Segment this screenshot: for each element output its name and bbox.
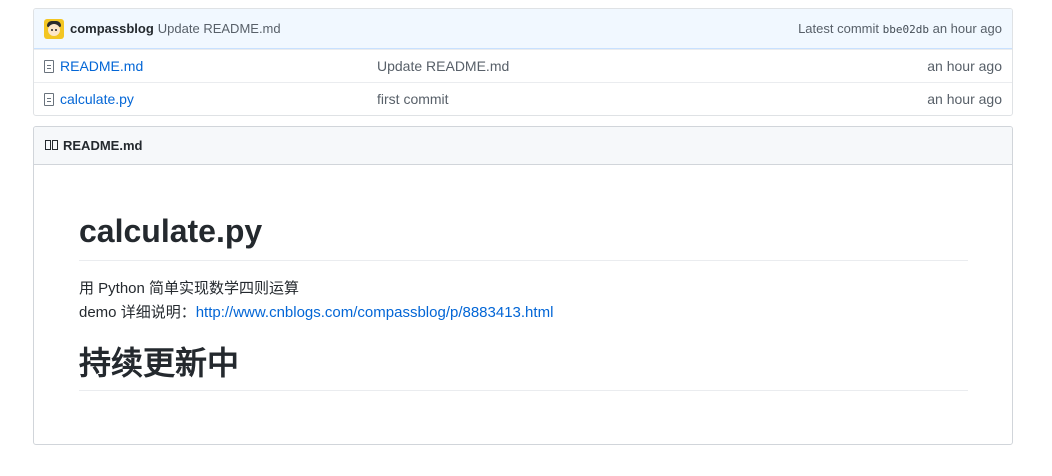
file-icon: [44, 59, 54, 73]
book-icon: [45, 140, 59, 151]
readme-paragraph: 用 Python 简单实现数学四则运算 demo 详细说明：http://www…: [79, 277, 968, 325]
commit-message-link[interactable]: Update README.md: [158, 21, 281, 36]
latest-commit-bar: compassblog Update README.md Latest comm…: [34, 9, 1012, 49]
file-name-link[interactable]: calculate.py: [60, 91, 377, 107]
file-age: an hour ago: [927, 91, 1002, 107]
avatar-eye-right: [55, 28, 57, 31]
commit-age: an hour ago: [932, 21, 1002, 36]
file-table: compassblog Update README.md Latest comm…: [33, 8, 1013, 116]
file-row: README.md Update README.md an hour ago: [34, 49, 1012, 82]
readme-title: calculate.py: [79, 211, 968, 261]
latest-commit-info: Latest commit bbe02db an hour ago: [798, 21, 1002, 36]
readme-demo-label: demo 详细说明：: [79, 304, 196, 321]
file-icon: [44, 92, 54, 106]
readme-demo-link[interactable]: http://www.cnblogs.com/compassblog/p/888…: [196, 304, 554, 321]
readme-body: calculate.py 用 Python 简单实现数学四则运算 demo 详细…: [34, 211, 1012, 391]
latest-commit-label: Latest commit: [798, 21, 879, 36]
book-page-left: [45, 140, 51, 150]
avatar-eye-left: [51, 28, 53, 31]
avatar-face: [48, 23, 60, 36]
book-page-right: [52, 140, 58, 150]
file-commit-message-link[interactable]: first commit: [377, 91, 449, 107]
commit-author-link[interactable]: compassblog: [70, 21, 154, 36]
avatar[interactable]: [44, 18, 64, 39]
file-name-link[interactable]: README.md: [60, 58, 377, 74]
readme-header: README.md: [34, 127, 1012, 165]
readme-description: 用 Python 简单实现数学四则运算: [79, 280, 300, 297]
file-commit-message-link[interactable]: Update README.md: [377, 58, 509, 74]
file-age: an hour ago: [927, 58, 1002, 74]
readme-panel: README.md calculate.py 用 Python 简单实现数学四则…: [33, 126, 1013, 445]
readme-header-title: README.md: [63, 138, 143, 153]
file-row: calculate.py first commit an hour ago: [34, 82, 1012, 115]
readme-heading-updating: 持续更新中: [79, 343, 968, 391]
commit-sha-link[interactable]: bbe02db: [883, 23, 929, 36]
